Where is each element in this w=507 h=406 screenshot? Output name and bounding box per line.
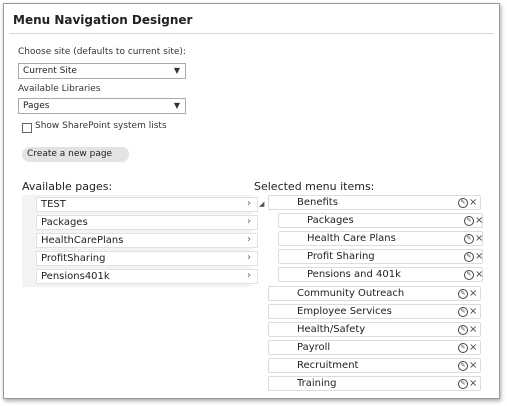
menu-item[interactable]: Payroll ✎ × bbox=[268, 340, 481, 355]
menu-item-label: Payroll bbox=[297, 342, 331, 353]
chevron-right-icon: › bbox=[247, 216, 251, 227]
show-system-lists-label: Show SharePoint system lists bbox=[35, 121, 167, 131]
close-icon[interactable]: × bbox=[469, 377, 477, 391]
edit-icon[interactable]: ✎ bbox=[458, 361, 468, 371]
close-icon[interactable]: × bbox=[469, 305, 477, 319]
chevron-right-icon: › bbox=[247, 252, 251, 263]
edit-icon[interactable]: ✎ bbox=[464, 234, 474, 244]
edit-icon[interactable]: ✎ bbox=[464, 270, 474, 280]
close-icon[interactable]: × bbox=[469, 359, 477, 373]
menu-item-label: Packages bbox=[307, 215, 354, 226]
edit-icon[interactable]: ✎ bbox=[458, 307, 468, 317]
close-icon[interactable]: × bbox=[469, 341, 477, 355]
site-dropdown[interactable]: Current Site ▼ bbox=[18, 63, 186, 79]
menu-item[interactable]: Employee Services ✎ × bbox=[268, 304, 481, 319]
close-icon[interactable]: × bbox=[469, 323, 477, 337]
edit-icon[interactable]: ✎ bbox=[464, 252, 474, 262]
menu-item[interactable]: Recruitment ✎ × bbox=[268, 358, 481, 373]
libraries-dropdown[interactable]: Pages ▼ bbox=[18, 98, 186, 114]
menu-item[interactable]: Training ✎ × bbox=[268, 376, 481, 391]
edit-icon[interactable]: ✎ bbox=[458, 343, 468, 353]
menu-item-parent[interactable]: Benefits ✎ × bbox=[268, 195, 481, 210]
chevron-right-icon: › bbox=[247, 198, 251, 209]
page-item-label: HealthCarePlans bbox=[41, 235, 124, 246]
close-icon[interactable]: × bbox=[475, 232, 483, 246]
edit-icon[interactable]: ✎ bbox=[458, 289, 468, 299]
menu-item-child[interactable]: Health Care Plans ✎ × bbox=[278, 231, 483, 246]
menu-item-label: Health Care Plans bbox=[307, 233, 396, 244]
page-item-label: Pensions401k bbox=[41, 271, 110, 282]
page-item-label: TEST bbox=[41, 199, 66, 210]
libraries-dropdown-value: Pages bbox=[23, 101, 50, 111]
page-item[interactable]: HealthCarePlans › bbox=[36, 233, 258, 248]
menu-item[interactable]: Community Outreach ✎ × bbox=[268, 286, 481, 301]
close-icon[interactable]: × bbox=[469, 196, 477, 210]
close-icon[interactable]: × bbox=[475, 214, 483, 228]
menu-item-label: Pensions and 401k bbox=[307, 269, 401, 280]
menu-item-label: Profit Sharing bbox=[307, 251, 375, 262]
title-divider bbox=[9, 33, 494, 34]
chevron-right-icon: › bbox=[247, 270, 251, 281]
menu-item-label: Benefits bbox=[297, 197, 338, 208]
create-page-button[interactable]: Create a new page bbox=[22, 147, 129, 162]
edit-icon[interactable]: ✎ bbox=[458, 325, 468, 335]
page-title: Menu Navigation Designer bbox=[13, 13, 193, 27]
page-item[interactable]: Pensions401k › bbox=[36, 269, 258, 284]
edit-icon[interactable]: ✎ bbox=[458, 198, 468, 208]
available-pages-title: Available pages: bbox=[22, 180, 113, 193]
page-item[interactable]: Packages › bbox=[36, 215, 258, 230]
menu-item-child[interactable]: Packages ✎ × bbox=[278, 213, 483, 228]
close-icon[interactable]: × bbox=[475, 250, 483, 264]
site-label: Choose site (defaults to current site): bbox=[18, 47, 186, 57]
menu-item-child[interactable]: Pensions and 401k ✎ × bbox=[278, 267, 483, 282]
expand-triangle-icon[interactable]: ◢ bbox=[259, 200, 264, 208]
libraries-label: Available Libraries bbox=[18, 84, 101, 94]
page-item-label: ProfitSharing bbox=[41, 253, 106, 264]
menu-designer-panel: Menu Navigation Designer Choose site (de… bbox=[3, 3, 500, 399]
menu-item-label: Employee Services bbox=[297, 306, 392, 317]
menu-item-label: Community Outreach bbox=[297, 288, 405, 299]
site-dropdown-value: Current Site bbox=[23, 66, 77, 76]
chevron-down-icon: ▼ bbox=[173, 66, 180, 75]
page-item[interactable]: TEST › bbox=[36, 197, 258, 212]
menu-item-label: Training bbox=[297, 378, 337, 389]
menu-item-label: Health/Safety bbox=[297, 324, 366, 335]
edit-icon[interactable]: ✎ bbox=[458, 379, 468, 389]
selected-menu-title: Selected menu items: bbox=[254, 180, 375, 193]
available-pages-list: TEST › Packages › HealthCarePlans › ProfitS… bbox=[22, 195, 258, 287]
menu-item[interactable]: Health/Safety ✎ × bbox=[268, 322, 481, 337]
close-icon[interactable]: × bbox=[469, 287, 477, 301]
menu-item-child[interactable]: Profit Sharing ✎ × bbox=[278, 249, 483, 264]
chevron-down-icon: ▼ bbox=[173, 101, 180, 110]
close-icon[interactable]: × bbox=[475, 268, 483, 282]
page-item[interactable]: ProfitSharing › bbox=[36, 251, 258, 266]
chevron-right-icon: › bbox=[247, 234, 251, 245]
edit-icon[interactable]: ✎ bbox=[464, 216, 474, 226]
page-item-label: Packages bbox=[41, 217, 88, 228]
show-system-lists-checkbox[interactable] bbox=[22, 123, 32, 133]
menu-item-label: Recruitment bbox=[297, 360, 359, 371]
